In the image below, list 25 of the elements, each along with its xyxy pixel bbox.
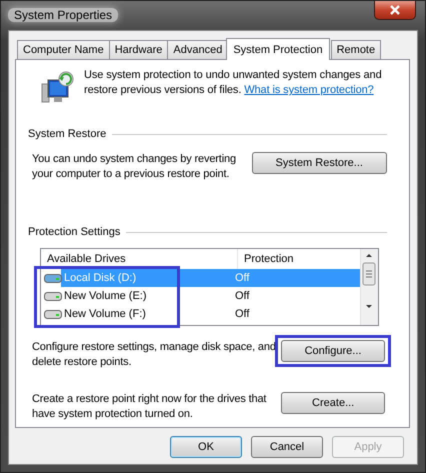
- window-title: System Properties: [8, 8, 118, 22]
- tab[interactable]: Hardware: [108, 40, 168, 59]
- intro-text: Use system protection to undo unwanted system changes and restore previous versions of files. What is system protection?: [84, 68, 383, 98]
- close-button[interactable]: [374, 1, 416, 20]
- description-text: You can undo system changes by reverting your computer to a previous restore point.: [32, 152, 237, 182]
- close-icon: [389, 5, 401, 15]
- column-header[interactable]: Protection: [238, 253, 294, 265]
- tab[interactable]: Remote: [330, 40, 382, 59]
- group-heading: System Restore: [28, 128, 106, 140]
- tab[interactable]: Advanced: [167, 40, 228, 59]
- system-restore-button[interactable]: System Restore...: [252, 152, 387, 174]
- scrollbar[interactable]: [360, 249, 378, 325]
- drive-row[interactable]: New Volume (E:) Off: [41, 287, 360, 305]
- column-header[interactable]: Available Drives: [41, 249, 238, 269]
- configure-button[interactable]: Configure...: [281, 340, 385, 362]
- dialog-button[interactable]: OK: [170, 436, 242, 458]
- drive-row[interactable]: New Volume (F:) Off: [41, 305, 360, 323]
- group-heading: Protection Settings: [28, 226, 120, 238]
- tab[interactable]: Computer Name: [17, 40, 110, 59]
- create-button[interactable]: Create...: [281, 392, 385, 414]
- help-link[interactable]: What is system protection?: [244, 84, 374, 96]
- tab[interactable]: System Protection: [226, 38, 330, 60]
- description-text: Create a restore point right now for the drives that have system protection turned on.: [32, 392, 268, 422]
- description-text: Configure restore settings, manage disk space, and delete restore points.: [32, 340, 277, 370]
- dialog-button[interactable]: Cancel: [251, 436, 323, 458]
